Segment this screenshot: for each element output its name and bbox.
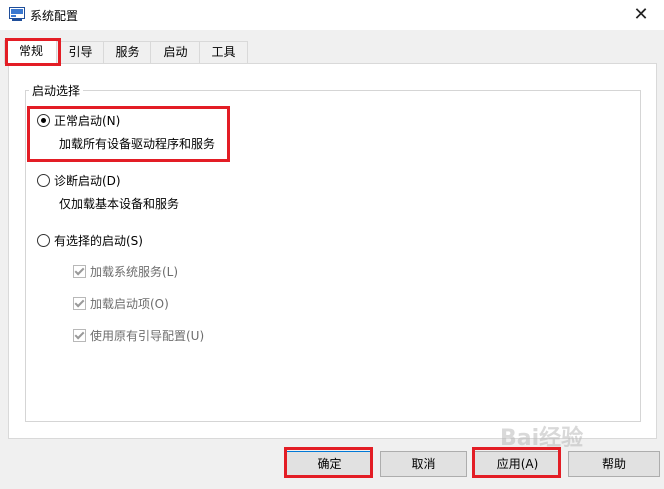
close-icon[interactable]: ✕ [618, 0, 664, 30]
diagnostic-startup-label: 诊断启动(D) [54, 174, 121, 188]
highlight-ok-button [284, 447, 373, 478]
help-button[interactable]: 帮助 [568, 451, 660, 477]
selective-startup-radio[interactable]: 有选择的启动(S) [37, 232, 143, 249]
tab-boot[interactable]: 引导 [56, 41, 105, 63]
tab-startup[interactable]: 启动 [150, 41, 201, 63]
selective-startup-label: 有选择的启动(S) [54, 234, 143, 248]
load-system-services-label: 加载系统服务(L) [90, 265, 179, 279]
highlight-general-tab [5, 38, 61, 66]
radio-unchecked-icon [37, 234, 50, 247]
diagnostic-startup-desc: 仅加载基本设备和服务 [59, 197, 180, 211]
system-config-window: 系统配置 ✕ 常规 引导 服务 启动 工具 启动选择 正常启动(N) 加载所有设… [0, 0, 664, 489]
radio-unchecked-icon [37, 174, 50, 187]
window-title: 系统配置 [30, 9, 79, 23]
checkbox-checked-icon [73, 265, 86, 278]
cancel-button[interactable]: 取消 [380, 451, 467, 477]
tab-services[interactable]: 服务 [103, 41, 152, 63]
load-startup-items-label: 加载启动项(O) [90, 297, 169, 311]
highlight-normal-startup [27, 106, 230, 162]
highlight-apply-button [472, 447, 561, 478]
startup-selection-legend: 启动选择 [29, 82, 84, 99]
tab-tools[interactable]: 工具 [199, 41, 248, 63]
checkbox-checked-icon [73, 329, 86, 342]
load-system-services-checkbox[interactable]: 加载系统服务(L) [73, 263, 178, 280]
load-startup-items-checkbox[interactable]: 加载启动项(O) [73, 295, 169, 312]
use-original-boot-config-checkbox[interactable]: 使用原有引导配置(U) [73, 327, 204, 344]
app-icon [9, 7, 25, 21]
use-original-boot-config-label: 使用原有引导配置(U) [90, 329, 205, 343]
diagnostic-startup-radio[interactable]: 诊断启动(D) [37, 172, 121, 189]
title-bar: 系统配置 ✕ [0, 0, 664, 30]
checkbox-checked-icon [73, 297, 86, 310]
